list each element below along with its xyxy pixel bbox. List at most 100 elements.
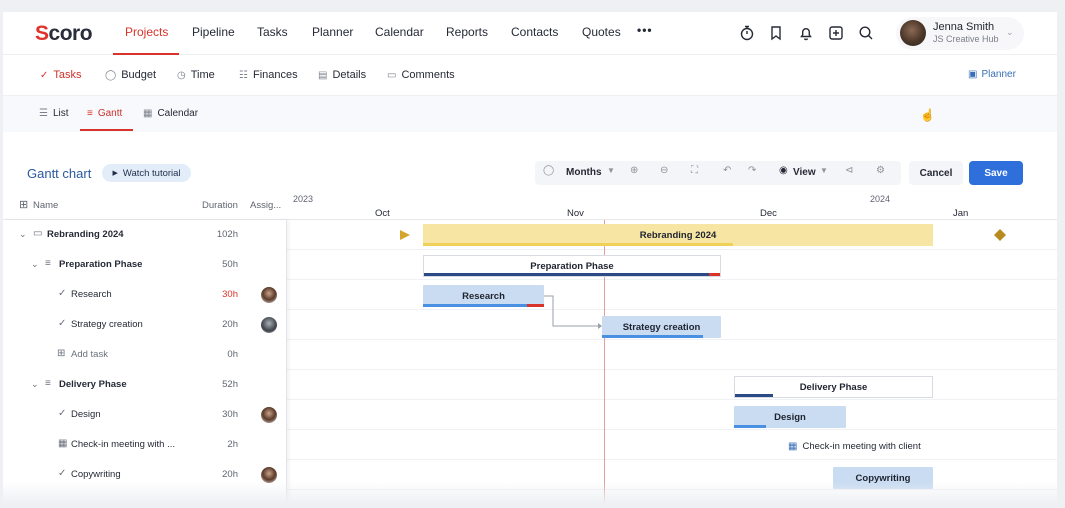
column-duration[interactable]: Duration	[202, 200, 238, 211]
bar-progress	[735, 394, 773, 397]
calendar-icon: ▦	[143, 108, 153, 119]
nav-contacts[interactable]: Contacts	[511, 25, 558, 39]
calendar-icon: ▦	[788, 441, 798, 452]
add-task-button[interactable]: Add task	[71, 349, 108, 360]
subtab-label: Tasks	[53, 69, 82, 81]
task-check-icon[interactable]: ✓	[58, 288, 66, 299]
bar-delivery-phase[interactable]: Delivery Phase	[734, 376, 933, 398]
gantt-header: Gantt chart ▶ Watch tutorial ◯ Months ▼ ⊕…	[3, 132, 1057, 192]
task-name[interactable]: Design	[71, 409, 101, 420]
view-tab-list[interactable]: ☰ List	[39, 108, 69, 119]
planner-link[interactable]: ▣ Planner	[968, 69, 1016, 80]
column-assignee[interactable]: Assig...	[250, 200, 281, 211]
task-check-icon[interactable]: ✓	[58, 468, 66, 479]
gantt-column-header: ⊞ Name Duration Assig... 2023 2024 Oct N…	[3, 192, 1057, 220]
task-name[interactable]: Check-in meeting with ...	[71, 439, 175, 450]
bar-rebranding[interactable]: Rebranding 2024	[423, 224, 933, 246]
bar-design[interactable]: Design	[734, 406, 846, 428]
subtab-comments[interactable]: ▭ Comments	[387, 69, 455, 81]
scroll-fade	[3, 482, 1057, 502]
bar-progress	[602, 335, 703, 338]
finances-icon: ☷	[239, 69, 248, 81]
bell-icon[interactable]	[797, 24, 815, 42]
redo-icon[interactable]: ↷	[748, 165, 756, 176]
project-start-marker-icon	[400, 230, 410, 240]
bar-progress	[734, 425, 766, 428]
cancel-button[interactable]: Cancel	[909, 161, 963, 185]
comment-icon[interactable]: ◯	[543, 165, 554, 176]
column-name[interactable]: Name	[33, 200, 58, 211]
bar-label: Delivery Phase	[799, 381, 868, 393]
task-duration: 30h	[222, 289, 238, 300]
timer-icon[interactable]	[738, 24, 756, 42]
watch-tutorial-button[interactable]: ▶ Watch tutorial	[102, 164, 191, 182]
bar-label: Rebranding 2024	[639, 229, 717, 241]
avatar[interactable]	[261, 407, 277, 423]
bar-progress	[424, 273, 709, 276]
more-menu-icon[interactable]: •••	[637, 23, 653, 37]
nav-planner[interactable]: Planner	[312, 25, 353, 39]
save-button[interactable]: Save	[969, 161, 1023, 185]
avatar[interactable]	[261, 467, 277, 483]
milestone-diamond-icon[interactable]	[994, 229, 1006, 241]
nav-reports[interactable]: Reports	[446, 25, 488, 39]
zoom-out-icon[interactable]: ⊖	[660, 165, 668, 176]
share-icon[interactable]: ⊲	[845, 165, 853, 176]
add-task-icon[interactable]: ⊞	[57, 348, 65, 359]
nav-pipeline[interactable]: Pipeline	[192, 25, 235, 39]
subtab-finances[interactable]: ☷ Finances	[239, 69, 298, 81]
scale-select[interactable]: Months	[566, 167, 602, 178]
planner-icon: ▣	[968, 69, 978, 80]
gear-icon[interactable]: ⚙	[876, 165, 885, 176]
view-select[interactable]: View	[793, 167, 816, 178]
timeline-month: Jan	[953, 208, 969, 219]
view-tab-gantt[interactable]: ≡ Gantt	[87, 108, 122, 119]
subtab-budget[interactable]: ◯ Budget	[105, 69, 156, 81]
avatar[interactable]	[261, 287, 277, 303]
task-name[interactable]: Research	[71, 289, 112, 300]
bar-strategy-creation[interactable]: Strategy creation	[602, 316, 721, 338]
bar-preparation-phase[interactable]: Preparation Phase	[423, 255, 721, 277]
scoro-logo[interactable]: Scoro	[35, 22, 93, 46]
chevron-down-icon[interactable]: ⌄	[19, 229, 27, 240]
nav-tasks[interactable]: Tasks	[257, 25, 288, 39]
user-menu[interactable]: Jenna Smith JS Creative Hub ⌄	[896, 17, 1024, 50]
zoom-in-icon[interactable]: ⊕	[630, 165, 638, 176]
list-icon: ☰	[39, 108, 48, 119]
task-duration: 30h	[222, 409, 238, 420]
task-name[interactable]: Preparation Phase	[59, 259, 142, 270]
nav-calendar[interactable]: Calendar	[375, 25, 424, 39]
bar-progress	[423, 304, 527, 307]
add-column-icon[interactable]: ⊞	[19, 198, 28, 211]
chevron-down-icon[interactable]: ▼	[607, 166, 615, 175]
chevron-down-icon[interactable]: ▼	[820, 166, 828, 175]
subtab-tasks[interactable]: ✓ Tasks	[40, 69, 82, 81]
fit-screen-icon[interactable]: ⛶	[691, 165, 698, 176]
nav-projects[interactable]: Projects	[125, 25, 168, 39]
bar-overdue	[709, 273, 720, 276]
check-icon: ✓	[40, 69, 49, 81]
task-name[interactable]: Strategy creation	[71, 319, 143, 330]
task-check-icon[interactable]: ✓	[58, 408, 66, 419]
task-name[interactable]: Delivery Phase	[59, 379, 127, 390]
bookmark-icon[interactable]	[767, 24, 785, 42]
task-check-icon[interactable]: ✓	[58, 318, 66, 329]
task-name[interactable]: Rebranding 2024	[47, 229, 124, 240]
mouse-pointer-icon: ☝	[920, 108, 935, 122]
view-tab-label: Calendar	[157, 108, 199, 119]
task-name[interactable]: Copywriting	[71, 469, 121, 480]
gantt-icon: ≡	[87, 108, 93, 119]
avatar[interactable]	[261, 317, 277, 333]
chevron-down-icon[interactable]: ⌄	[31, 379, 39, 390]
eye-icon[interactable]: ◉	[779, 165, 788, 176]
subtab-time[interactable]: ◷ Time	[177, 69, 215, 81]
bar-research[interactable]: Research	[423, 285, 544, 307]
subtab-details[interactable]: ▤ Details	[318, 69, 366, 81]
nav-quotes[interactable]: Quotes	[582, 25, 621, 39]
event-checkin-meeting[interactable]: ▦ Check-in meeting with client	[788, 441, 921, 452]
view-tab-calendar[interactable]: ▦ Calendar	[143, 108, 198, 119]
add-icon[interactable]	[827, 24, 845, 42]
undo-icon[interactable]: ↶	[723, 165, 731, 176]
search-icon[interactable]	[857, 24, 875, 42]
chevron-down-icon[interactable]: ⌄	[31, 259, 39, 270]
